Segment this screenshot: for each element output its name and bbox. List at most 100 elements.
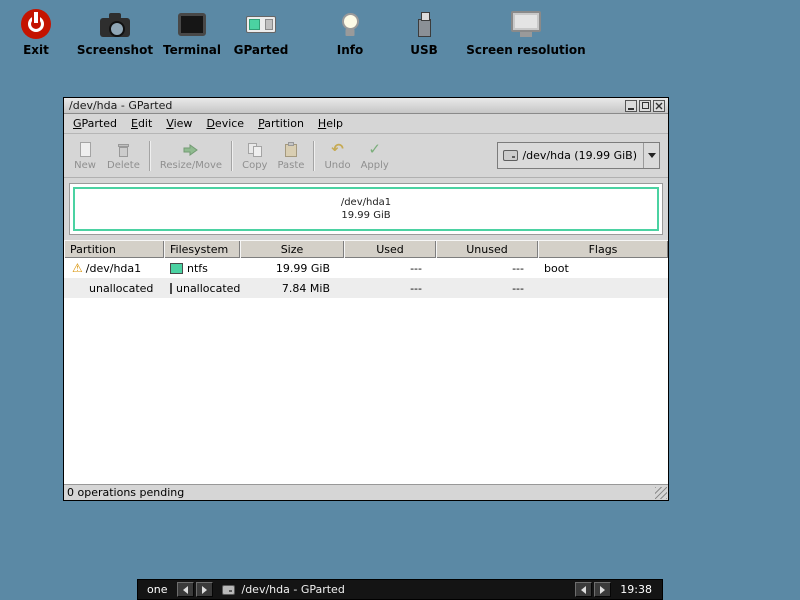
unused-cell: --- <box>512 261 524 275</box>
desktop-icon-label: Screen resolution <box>466 43 586 57</box>
clock: 19:38 <box>620 583 652 596</box>
close-button[interactable] <box>653 99 665 112</box>
prev-workspace-button[interactable] <box>177 582 195 597</box>
statusbar: 0 operations pending <box>64 484 668 500</box>
partition-table: ⚠ /dev/hda1 ntfs 19.99 GiB --- --- boot … <box>64 258 668 484</box>
menu-help[interactable]: Help <box>311 115 350 132</box>
menu-partition[interactable]: Partition <box>251 115 311 132</box>
partition-visual-name: /dev/hda1 <box>340 196 392 208</box>
device-selector-value: /dev/hda (19.99 GiB) <box>522 149 637 162</box>
filesystem-name: ntfs <box>187 261 208 275</box>
taskbar-task[interactable]: /dev/hda - GParted <box>214 583 574 596</box>
taskbar: one /dev/hda - GParted 19:38 <box>137 579 663 600</box>
menu-device[interactable]: Device <box>199 115 251 132</box>
table-empty-area <box>64 298 668 484</box>
desktop-icon-screen-resolution[interactable]: Screen resolution <box>458 6 594 57</box>
usb-icon <box>417 12 431 37</box>
window-title: /dev/hda - GParted <box>69 99 173 112</box>
desktop-icon-gparted[interactable]: GParted <box>228 6 294 57</box>
column-header-filesystem[interactable]: Filesystem <box>164 240 240 258</box>
status-text: 0 operations pending <box>67 486 185 499</box>
task-icon <box>222 584 236 595</box>
monitor-icon <box>511 10 541 32</box>
undo-button[interactable]: ↶ Undo <box>319 139 355 173</box>
workspace-label[interactable]: one <box>138 583 176 596</box>
menu-gparted[interactable]: GParted <box>66 115 124 132</box>
resize-grip[interactable] <box>655 487 667 499</box>
column-header-flags[interactable]: Flags <box>538 240 668 258</box>
camera-icon <box>100 12 130 37</box>
paste-icon <box>282 141 300 159</box>
desktop-icon-usb[interactable]: USB <box>398 6 450 57</box>
desktop-icon-screenshot[interactable]: Screenshot <box>73 6 157 57</box>
column-header-unused[interactable]: Unused <box>436 240 538 258</box>
warning-icon: ⚠ <box>72 261 83 275</box>
desktop-icon-label: USB <box>410 43 438 57</box>
next-window-button[interactable] <box>594 582 612 597</box>
arrow-right-icon <box>202 585 208 594</box>
delete-button[interactable]: Delete <box>102 139 145 173</box>
disk-visual-area: /dev/hda1 19.99 GiB <box>64 178 668 240</box>
copy-button[interactable]: Copy <box>237 139 272 173</box>
prev-window-button[interactable] <box>575 582 593 597</box>
lightbulb-icon <box>341 12 359 30</box>
new-partition-icon <box>76 141 94 159</box>
table-row[interactable]: unallocated unallocated 7.84 MiB --- --- <box>64 278 668 298</box>
desktop-icon-label: Info <box>336 43 364 57</box>
minimize-button[interactable] <box>625 99 637 112</box>
size-cell: 7.84 MiB <box>281 281 330 295</box>
toolbar-separator <box>148 140 151 171</box>
terminal-icon <box>178 12 206 36</box>
filesystem-name: unallocated <box>176 281 241 295</box>
menu-view[interactable]: View <box>159 115 199 132</box>
table-row[interactable]: ⚠ /dev/hda1 ntfs 19.99 GiB --- --- boot <box>64 258 668 278</box>
device-selector[interactable]: /dev/hda (19.99 GiB) <box>497 142 660 169</box>
used-cell: --- <box>410 261 422 275</box>
desktop-icon-terminal[interactable]: Terminal <box>158 6 226 57</box>
desktop-icon-label: GParted <box>233 43 289 57</box>
disk-visual-frame: /dev/hda1 19.99 GiB <box>69 183 663 235</box>
paste-button[interactable]: Paste <box>272 139 309 173</box>
device-selector-dropdown[interactable] <box>643 143 659 168</box>
column-header-used[interactable]: Used <box>344 240 436 258</box>
partition-visual-size: 19.99 GiB <box>341 210 391 221</box>
flags-cell: boot <box>544 261 569 275</box>
arrow-left-icon <box>183 585 189 594</box>
desktop-icon-info[interactable]: Info <box>322 6 378 57</box>
chevron-down-icon <box>647 153 656 158</box>
menu-edit[interactable]: Edit <box>124 115 159 132</box>
partition-name: unallocated <box>89 281 154 295</box>
toolbar-separator <box>231 140 234 171</box>
arrow-right-icon <box>600 585 606 594</box>
titlebar[interactable]: /dev/hda - GParted <box>64 98 668 114</box>
partition-name: /dev/hda1 <box>85 261 142 275</box>
new-button[interactable]: New <box>68 139 102 173</box>
toolbar: New Delete Resize/Move Copy Paste ↶ Undo… <box>64 134 668 178</box>
minimize-icon <box>628 107 634 110</box>
menubar: GParted Edit View Device Partition Help <box>64 114 668 134</box>
resize-move-button[interactable]: Resize/Move <box>155 139 227 173</box>
column-header-size[interactable]: Size <box>240 240 344 258</box>
arrow-left-icon <box>581 585 587 594</box>
disk-icon <box>503 150 519 161</box>
desktop-icon-label: Screenshot <box>76 43 154 57</box>
apply-button[interactable]: ✓ Apply <box>356 139 394 173</box>
toolbar-separator <box>313 140 316 171</box>
maximize-button[interactable] <box>639 99 651 112</box>
desktop-icon-label: Terminal <box>162 43 222 57</box>
filesystem-swatch <box>170 262 183 274</box>
desktop: { "colors": { "desktop_bg": "#5b89a5", "… <box>0 0 800 600</box>
resize-move-icon <box>182 141 200 159</box>
undo-icon: ↶ <box>331 140 344 158</box>
desktop-icon-label: Exit <box>23 43 49 57</box>
unused-cell: --- <box>512 281 524 295</box>
partition-visual[interactable]: /dev/hda1 19.99 GiB <box>73 187 659 231</box>
size-cell: 19.99 GiB <box>275 261 330 275</box>
filesystem-swatch <box>170 282 172 294</box>
next-workspace-button[interactable] <box>196 582 214 597</box>
close-icon <box>655 102 663 109</box>
desktop-icon-exit[interactable]: Exit <box>14 6 58 57</box>
column-header-partition[interactable]: Partition <box>64 240 164 258</box>
gparted-window: /dev/hda - GParted GParted Edit View Dev… <box>63 97 669 501</box>
gparted-icon <box>246 15 276 33</box>
